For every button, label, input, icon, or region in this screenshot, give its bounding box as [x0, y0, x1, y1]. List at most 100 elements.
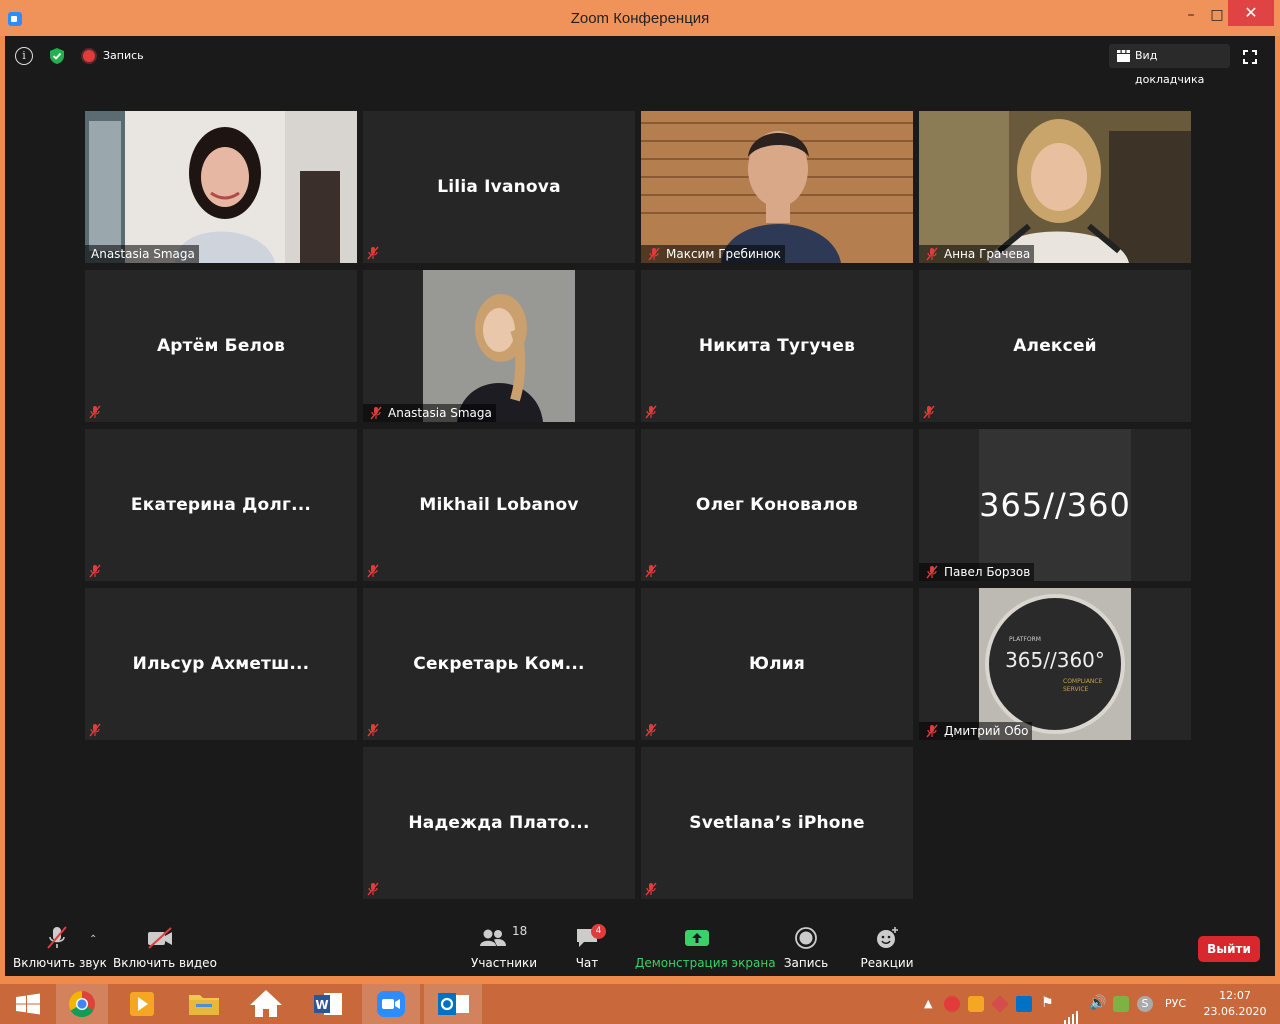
svg-text:W: W: [315, 998, 328, 1012]
participant-tile[interactable]: Секретарь Ком...: [363, 588, 635, 740]
chat-label: Чат: [575, 956, 599, 970]
participant-tile[interactable]: Юлия: [641, 588, 913, 740]
unmute-button[interactable]: Включить звук: [13, 926, 107, 970]
participant-name: Svetlana’s iPhone: [689, 813, 865, 833]
record-button[interactable]: Запись: [781, 926, 831, 970]
speaker-view-label: Вид докладчика: [1135, 49, 1205, 86]
participants-button[interactable]: 18 Участники: [471, 924, 537, 970]
speaker-view-button[interactable]: Вид докладчика: [1109, 44, 1230, 86]
meeting-window: i Запись Вид докладчика Anastasia Smaga …: [5, 36, 1275, 976]
muted-mic-icon: [88, 563, 102, 578]
input-language[interactable]: РУС: [1165, 997, 1186, 1010]
muted-mic-icon: [925, 724, 939, 738]
muted-mic-icon: [647, 247, 661, 261]
muted-mic-icon: [366, 881, 380, 896]
fox-tray-icon[interactable]: [968, 996, 984, 1012]
share-screen-button[interactable]: Демонстрация экрана: [635, 926, 776, 970]
participant-tile[interactable]: Артём Белов: [85, 270, 357, 422]
screen: Zoom Конференция – □ ✕ i Запись Вид докл…: [0, 0, 1280, 1024]
video-off-icon: [148, 927, 172, 949]
muted-mic-icon: [644, 881, 658, 896]
participant-name: Юлия: [748, 654, 806, 674]
participant-tile[interactable]: Anastasia Smaga: [363, 270, 635, 422]
participant-tile[interactable]: Екатерина Долг...: [85, 429, 357, 581]
participant-tile[interactable]: Алексей: [919, 270, 1191, 422]
participant-tile[interactable]: Никита Тугучев: [641, 270, 913, 422]
muted-mic-icon: [925, 565, 939, 579]
muted-mic-icon: [644, 404, 658, 419]
clock-date: 23.06.2020: [1203, 1005, 1267, 1018]
participant-tile[interactable]: Mikhail Lobanov: [363, 429, 635, 581]
participant-caption-name: Павел Борзов: [944, 565, 1031, 579]
participant-tile[interactable]: Ильсур Ахметш...: [85, 588, 357, 740]
participant-tile[interactable]: Надежда Плато...: [363, 747, 635, 899]
participant-tile[interactable]: Анна Грачева: [919, 111, 1191, 263]
participant-name: Надежда Плато...: [408, 813, 590, 833]
system-clock[interactable]: 12:07 23.06.2020: [1200, 988, 1270, 1020]
recording-label: Запись: [103, 49, 144, 62]
participant-tile[interactable]: Максим Гребинюк: [641, 111, 913, 263]
participant-name: Lilia Ivanova: [437, 177, 561, 197]
antivirus-tray-icon[interactable]: [944, 996, 960, 1012]
mic-off-icon: [47, 926, 67, 949]
outlook-icon[interactable]: [424, 984, 482, 1024]
unmute-label: Включить звук: [13, 956, 107, 970]
outlook-tray-icon[interactable]: [1016, 996, 1032, 1012]
badge-main-text: 365//360°: [1005, 648, 1105, 672]
participant-tile[interactable]: Svetlana’s iPhone: [641, 747, 913, 899]
reactions-button[interactable]: Реакции: [857, 926, 917, 970]
participant-caption: Anastasia Smaga: [363, 404, 496, 422]
clock-time: 12:07: [1219, 989, 1251, 1002]
participant-caption: Павел Борзов: [919, 563, 1035, 581]
volume-icon[interactable]: 🔊: [1089, 995, 1106, 1024]
battery-icon[interactable]: [1113, 996, 1129, 1012]
record-label: Запись: [783, 956, 829, 970]
muted-mic-icon: [88, 722, 102, 737]
start-video-button[interactable]: Включить видео: [113, 926, 217, 970]
media-player-icon[interactable]: [114, 984, 170, 1024]
windows-start-icon[interactable]: [0, 984, 56, 1024]
leave-meeting-button[interactable]: Выйти: [1198, 936, 1260, 962]
network-icon[interactable]: [1063, 997, 1079, 1024]
chrome-icon[interactable]: [56, 984, 108, 1024]
show-hidden-icons-chevron-icon[interactable]: ▲: [924, 997, 932, 1024]
participant-name: Секретарь Ком...: [413, 654, 585, 674]
participant-name: Олег Коновалов: [695, 495, 859, 515]
muted-mic-icon: [366, 563, 380, 578]
action-center-flag-icon[interactable]: ⚑: [1041, 995, 1054, 1024]
avatar-badge: PLATFORM 365//360° COMPLIANCE SERVICE: [979, 588, 1131, 740]
windows-taskbar: W ▲ ⚑ 🔊 S РУС 12:07 23.06.2020: [0, 984, 1280, 1024]
participant-caption: Максим Гребинюк: [641, 245, 785, 263]
zoom-icon[interactable]: [362, 984, 420, 1024]
fullscreen-icon[interactable]: [1243, 50, 1257, 64]
participant-caption-name: Максим Гребинюк: [666, 247, 781, 261]
muted-mic-icon: [922, 404, 936, 419]
meeting-toolbar: Включить звук ⌃ Включить видео 18 Участн…: [5, 920, 1275, 976]
participant-tile[interactable]: Lilia Ivanova: [363, 111, 635, 263]
participant-name: Ильсур Ахметш...: [132, 654, 310, 674]
avatar-logo: 365//360: [979, 429, 1131, 581]
share-screen-label: Демонстрация экрана: [635, 956, 776, 970]
skype-icon[interactable]: S: [1137, 996, 1153, 1012]
participant-name: Артём Белов: [156, 336, 286, 356]
audio-options-chevron-icon[interactable]: ⌃: [89, 934, 97, 945]
participant-tile[interactable]: 365//360 Павел Борзов: [919, 429, 1191, 581]
participant-tile[interactable]: PLATFORM 365//360° COMPLIANCE SERVICE Дми…: [919, 588, 1191, 740]
speaker-view-icon: [1117, 50, 1130, 62]
participant-caption: Anastasia Smaga: [85, 245, 199, 263]
participant-tile[interactable]: Олег Коновалов: [641, 429, 913, 581]
close-button[interactable]: ✕: [1228, 0, 1274, 26]
muted-mic-icon: [88, 404, 102, 419]
participant-name: Алексей: [1013, 336, 1097, 356]
participant-caption: Анна Грачева: [919, 245, 1035, 263]
app-tray-icon[interactable]: [990, 994, 1010, 1014]
file-explorer-icon[interactable]: [176, 984, 232, 1024]
info-icon[interactable]: i: [15, 47, 33, 65]
home-icon[interactable]: [238, 984, 294, 1024]
participant-tile[interactable]: Anastasia Smaga: [85, 111, 357, 263]
chat-button[interactable]: Чат 4: [565, 924, 609, 970]
word-icon[interactable]: W: [300, 984, 356, 1024]
recording-icon: [83, 50, 95, 62]
participant-caption: Дмитрий Обо: [919, 722, 1033, 740]
shield-icon[interactable]: [49, 47, 65, 65]
